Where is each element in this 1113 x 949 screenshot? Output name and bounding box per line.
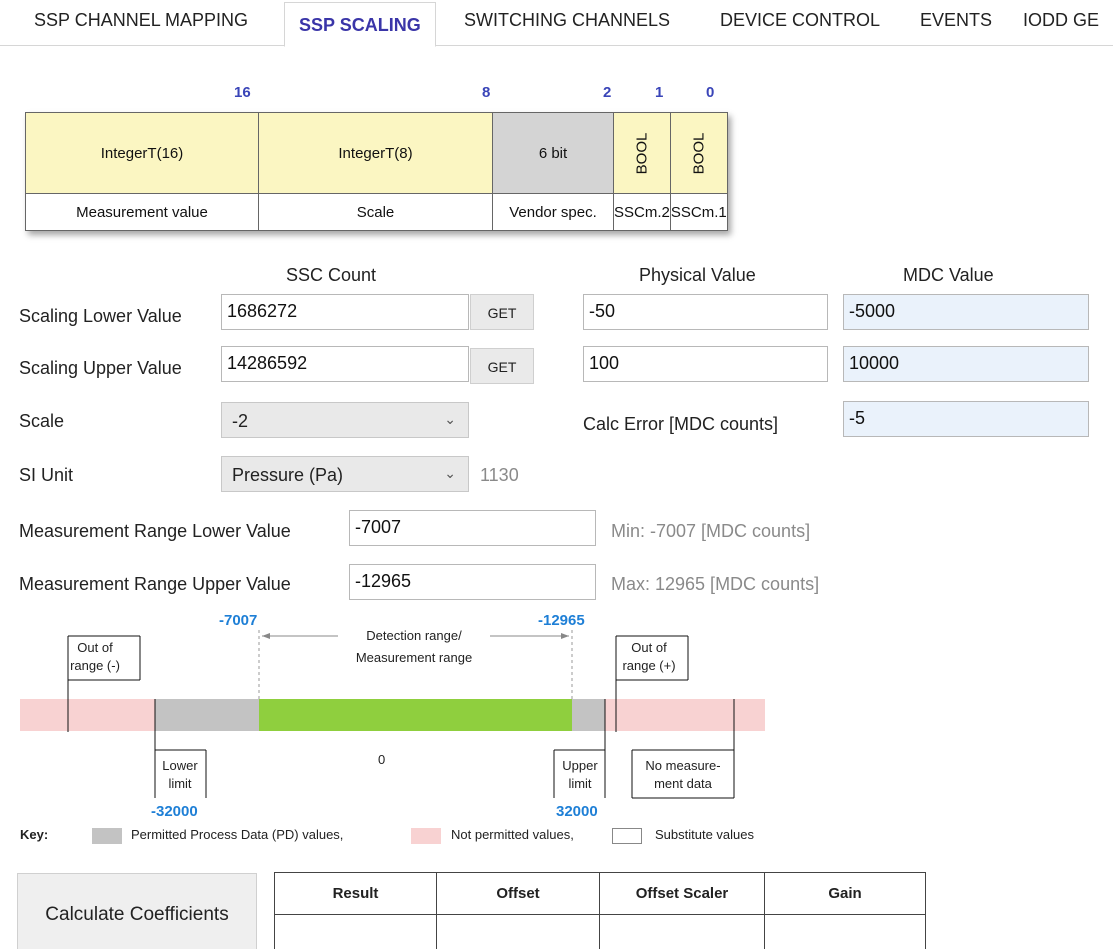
tab-switching-channels[interactable]: SWITCHING CHANNELS: [464, 0, 670, 46]
scaling-lower-mdc-field[interactable]: -5000: [843, 294, 1089, 330]
tab-events[interactable]: EVENTS: [920, 0, 992, 46]
bit-number-16: 16: [234, 84, 251, 101]
bit-number-2: 2: [603, 84, 612, 101]
scaling-upper-ssc-input[interactable]: 14286592: [221, 346, 469, 382]
range-upper-hint: Max: 12965 [MDC counts]: [611, 574, 820, 594]
si-unit-code: 1130: [480, 465, 519, 485]
range-upper-value: -12965: [538, 612, 585, 629]
scaling-upper-get-button[interactable]: GET: [470, 348, 534, 384]
range-upper-label: Measurement Range Upper Value: [19, 574, 291, 594]
arrow-right-icon: [561, 633, 569, 639]
upper-limit-label: limit: [568, 776, 591, 791]
out-range-plus-label: range (+): [622, 658, 675, 673]
scaling-lower-get-button[interactable]: GET: [470, 294, 534, 330]
name-cell: Vendor spec.: [492, 193, 614, 231]
permitted-band-right: [572, 699, 605, 731]
scaling-lower-physical-input[interactable]: -50: [583, 294, 828, 330]
offset-cell: [436, 914, 600, 949]
si-unit-select[interactable]: Pressure (Pa) ⌄: [221, 456, 469, 492]
no-data-label: No measure-: [645, 758, 720, 773]
scaling-upper-label: Scaling Upper Value: [19, 358, 182, 378]
scaling-upper-mdc-field[interactable]: 10000: [843, 346, 1089, 382]
key-substitute: Substitute values: [655, 827, 755, 842]
no-data-label: ment data: [654, 776, 713, 791]
name-cell: Measurement value: [25, 193, 259, 231]
name-cell: SSCm.2: [613, 193, 671, 231]
permitted-band-left: [155, 699, 259, 731]
tab-iodd[interactable]: IODD GE: [1023, 0, 1099, 46]
name-cell: Scale: [258, 193, 493, 231]
arrow-left-icon: [262, 633, 270, 639]
permitted-swatch: [92, 828, 122, 844]
range-lower-label: Measurement Range Lower Value: [19, 521, 291, 541]
key-not-permitted: Not permitted values,: [451, 827, 574, 842]
scale-value: -2: [232, 411, 249, 431]
offset-scaler-cell: [599, 914, 765, 949]
detection-range-label: Detection range/: [366, 628, 462, 643]
mdc-value-header: MDC Value: [903, 265, 994, 285]
result-cell: [274, 914, 437, 949]
bit-number-8: 8: [482, 84, 491, 101]
type-label: BOOL: [690, 132, 708, 174]
key-permitted: Permitted Process Data (PD) values,: [131, 827, 344, 842]
chevron-down-icon: ⌄: [444, 465, 456, 481]
substitute-swatch: [612, 828, 642, 844]
range-lower-hint: Min: -7007 [MDC counts]: [611, 521, 811, 541]
zero-label: 0: [378, 752, 385, 767]
out-range-minus-label: range (-): [70, 658, 120, 673]
tab-ssp-scaling[interactable]: SSP SCALING: [284, 2, 436, 47]
range-lower-value: -7007: [219, 612, 257, 629]
type-cell: BOOL: [669, 112, 728, 194]
measurement-range-band: [259, 699, 572, 731]
results-header-offset: Offset: [436, 872, 600, 915]
scale-select[interactable]: -2 ⌄: [221, 402, 469, 438]
bit-layout-table: IntegerT(16) IntegerT(8) 6 bit BOOL BOOL…: [25, 112, 728, 231]
calculate-coefficients-button[interactable]: Calculate Coefficients: [17, 873, 257, 949]
type-label: BOOL: [633, 132, 651, 174]
bit-number-1: 1: [655, 84, 664, 101]
lower-limit-label: limit: [168, 776, 191, 791]
scale-label: Scale: [19, 411, 65, 431]
key-title: Key:: [20, 827, 49, 842]
results-table: Result Offset Offset Scaler Gain: [274, 872, 926, 949]
calc-error-label: Calc Error [MDC counts]: [583, 414, 779, 434]
out-range-plus-label: Out of: [631, 640, 667, 655]
scaling-lower-ssc-input[interactable]: 1686272: [221, 294, 469, 330]
name-cell: SSCm.1: [669, 193, 728, 231]
tab-bar: SSP CHANNEL MAPPING SSP SCALING SWITCHIN…: [0, 0, 1113, 47]
lower-limit-label: Lower: [162, 758, 198, 773]
gain-cell: [764, 914, 926, 949]
upper-limit-label: Upper: [562, 758, 598, 773]
range-diagram: -7007 -12965 Detection range/ Measuremen…: [20, 612, 765, 820]
type-cell: IntegerT(16): [25, 112, 259, 194]
calc-error-field[interactable]: -5: [843, 401, 1089, 437]
scaling-lower-label: Scaling Lower Value: [19, 306, 182, 326]
chevron-down-icon: ⌄: [444, 411, 456, 427]
tab-device-control[interactable]: DEVICE CONTROL: [720, 0, 880, 46]
si-unit-value: Pressure (Pa): [232, 465, 344, 485]
bit-number-0: 0: [706, 84, 715, 101]
not-permitted-swatch: [411, 828, 441, 844]
tab-ssp-channel-mapping[interactable]: SSP CHANNEL MAPPING: [34, 0, 248, 46]
lower-limit-value: -32000: [151, 803, 198, 820]
upper-limit-value: 32000: [556, 803, 598, 820]
range-upper-input[interactable]: -12965: [349, 564, 596, 600]
scaling-upper-physical-input[interactable]: 100: [583, 346, 828, 382]
results-header-offset-scaler: Offset Scaler: [599, 872, 765, 915]
si-unit-label: SI Unit: [19, 465, 74, 485]
out-range-minus-label: Out of: [77, 640, 113, 655]
results-header-gain: Gain: [764, 872, 926, 915]
type-cell: IntegerT(8): [258, 112, 493, 194]
results-header-result: Result: [274, 872, 437, 915]
type-cell: 6 bit: [492, 112, 614, 194]
measurement-range-label: Measurement range: [356, 650, 472, 665]
type-cell: BOOL: [613, 112, 671, 194]
physical-value-header: Physical Value: [639, 265, 756, 285]
range-lower-input[interactable]: -7007: [349, 510, 596, 546]
ssc-count-header: SSC Count: [286, 265, 377, 285]
